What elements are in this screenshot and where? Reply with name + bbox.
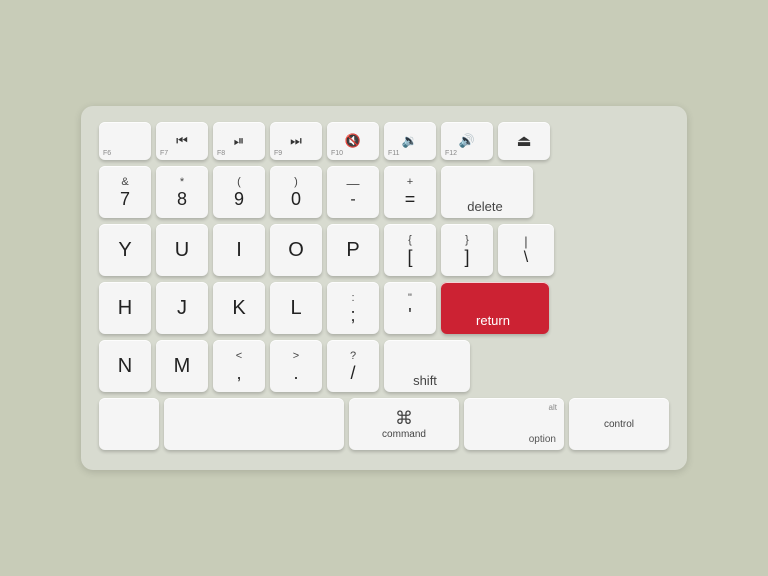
key-option[interactable]: alt option xyxy=(464,398,564,450)
key-n[interactable]: N xyxy=(99,340,151,392)
key-m[interactable]: M xyxy=(156,340,208,392)
key-u[interactable]: U xyxy=(156,224,208,276)
shift-label: shift xyxy=(413,373,437,388)
key-eject[interactable]: ⏏ xyxy=(498,122,550,160)
key-f6[interactable]: F6 xyxy=(99,122,151,160)
key-comma[interactable]: < , xyxy=(213,340,265,392)
key-8[interactable]: * 8 xyxy=(156,166,208,218)
key-y[interactable]: Y xyxy=(99,224,151,276)
command-label: command xyxy=(382,429,426,440)
option-label: option xyxy=(529,434,556,445)
keyboard: F6 ⏮ F7 ⏯ F8 ⏭ F9 🔇 F10 🔉 F11 🔊 F12 ⏏ xyxy=(81,106,687,470)
qwerty-row: Y U I O P { [ } ] | \ xyxy=(99,224,669,276)
key-f9[interactable]: ⏭ F9 xyxy=(270,122,322,160)
key-p[interactable]: P xyxy=(327,224,379,276)
key-shift[interactable]: shift xyxy=(384,340,470,392)
key-quote[interactable]: " ' xyxy=(384,282,436,334)
key-semicolon[interactable]: : ; xyxy=(327,282,379,334)
key-7[interactable]: & 7 xyxy=(99,166,151,218)
key-space[interactable] xyxy=(164,398,344,450)
key-h[interactable]: H xyxy=(99,282,151,334)
key-j[interactable]: J xyxy=(156,282,208,334)
key-bracket-right[interactable]: } ] xyxy=(441,224,493,276)
key-9[interactable]: ( 9 xyxy=(213,166,265,218)
key-i[interactable]: I xyxy=(213,224,265,276)
key-0[interactable]: ) 0 xyxy=(270,166,322,218)
modifier-row: ⌘ command alt option control xyxy=(99,398,669,450)
delete-label: delete xyxy=(467,199,502,214)
key-minus[interactable]: — - xyxy=(327,166,379,218)
key-return[interactable]: return xyxy=(441,282,549,334)
key-period[interactable]: > . xyxy=(270,340,322,392)
key-bracket-left[interactable]: { [ xyxy=(384,224,436,276)
key-o[interactable]: O xyxy=(270,224,322,276)
key-slash[interactable]: ? / xyxy=(327,340,379,392)
key-f7[interactable]: ⏮ F7 xyxy=(156,122,208,160)
return-label: return xyxy=(476,313,510,328)
bottom-row: N M < , > . ? / shift xyxy=(99,340,669,392)
fn-row: F6 ⏮ F7 ⏯ F8 ⏭ F9 🔇 F10 🔉 F11 🔊 F12 ⏏ xyxy=(99,122,669,160)
key-l[interactable]: L xyxy=(270,282,322,334)
key-f8[interactable]: ⏯ F8 xyxy=(213,122,265,160)
alt-label: alt xyxy=(549,403,557,412)
key-extra-left[interactable] xyxy=(99,398,159,450)
key-command[interactable]: ⌘ command xyxy=(349,398,459,450)
number-row: & 7 * 8 ( 9 ) 0 — - + = delete xyxy=(99,166,669,218)
key-k[interactable]: K xyxy=(213,282,265,334)
key-f11[interactable]: 🔉 F11 xyxy=(384,122,436,160)
key-backslash[interactable]: | \ xyxy=(498,224,554,276)
key-equals[interactable]: + = xyxy=(384,166,436,218)
key-control[interactable]: control xyxy=(569,398,669,450)
key-f10[interactable]: 🔇 F10 xyxy=(327,122,379,160)
home-row: H J K L : ; " ' return xyxy=(99,282,669,334)
key-delete[interactable]: delete xyxy=(441,166,533,218)
key-f12[interactable]: 🔊 F12 xyxy=(441,122,493,160)
control-label: control xyxy=(604,419,634,430)
